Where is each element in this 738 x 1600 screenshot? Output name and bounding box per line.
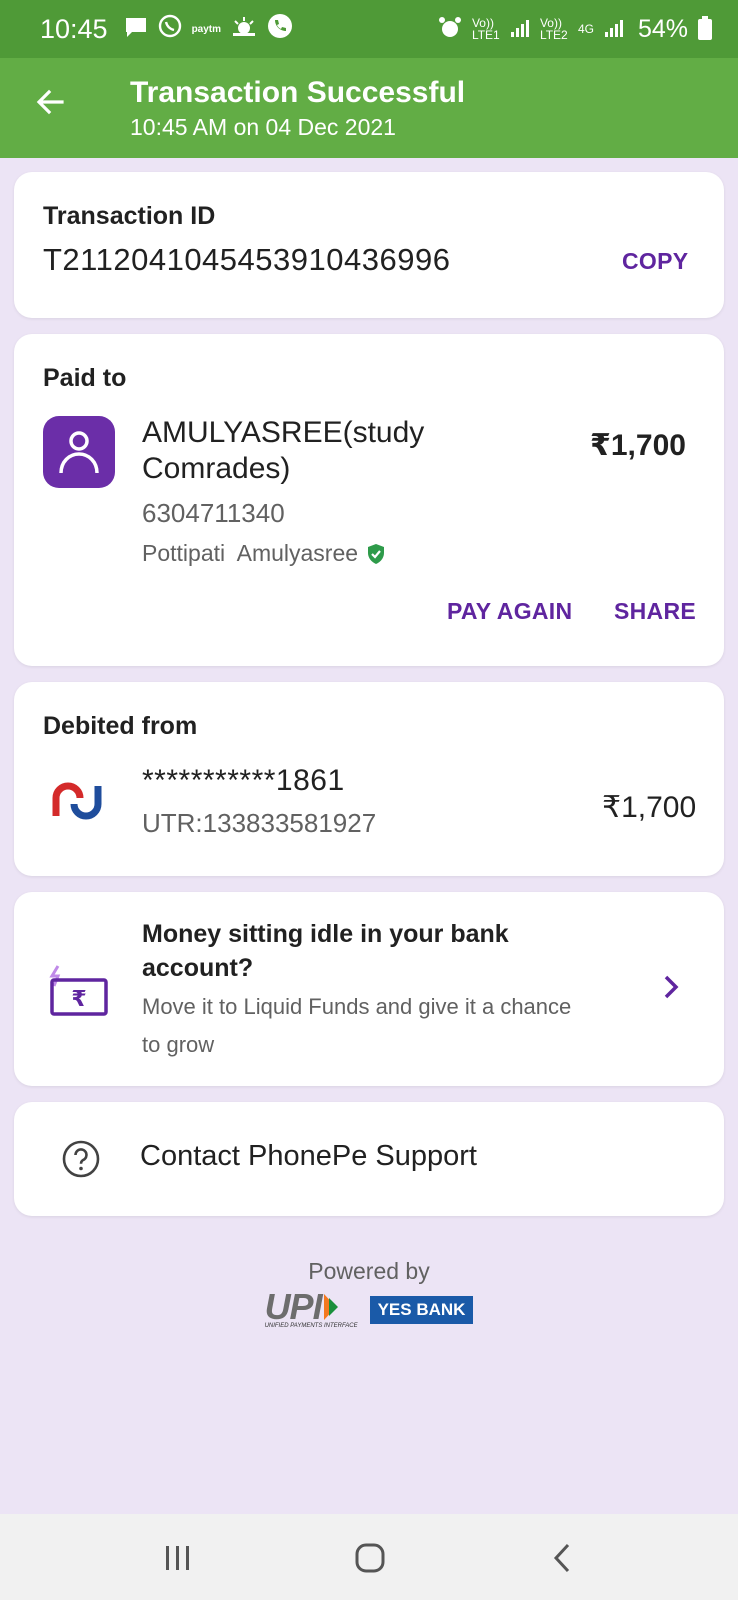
yes-bank-logo: YES BANK [369,1296,474,1324]
powered-by-footer: Powered by UPI UNIFIED PAYMENTS INTERFAC… [0,1258,738,1329]
battery-percent: 54% [637,14,688,43]
battery-icon [698,15,712,43]
help-icon [62,1140,100,1183]
powered-by-label: Powered by [308,1258,430,1284]
upi-subtitle: UNIFIED PAYMENTS INTERFACE [264,1323,358,1329]
paid-to-card: Paid to AMULYASREE(study Comrades) 63047… [14,334,724,666]
home-button[interactable] [348,1536,392,1580]
back-button[interactable] [28,80,72,124]
recent-apps-button[interactable] [156,1536,200,1580]
paytm-business-icon: paytm [191,23,222,35]
promo-icon: ₹ [48,964,110,1023]
yes-bank-text: YES BANK [377,1300,466,1319]
union-bank-icon [52,782,102,820]
account-number: ***********1861 [142,764,345,797]
contact-support-label: Contact PhonePe Support [140,1140,477,1172]
transaction-datetime: 10:45 AM on 04 Dec 2021 [130,114,396,140]
payee-name-line2: Comrades) [142,452,291,485]
liquid-funds-promo-card[interactable]: ₹ Money sitting idle in your bank accoun… [14,892,724,1086]
payee-verified-name: Pottipati Amulyasree [142,540,359,566]
home-icon [355,1543,385,1573]
page-title: Transaction Successful [130,76,466,109]
status-bar: 10:45 paytm Vo)) LTE1 Vo)) LTE2 4G 54% [0,0,738,58]
payee-verified-name-row: Pottipati Amulyasree [142,540,386,567]
transaction-id-value: T2112041045453910436996 [43,242,451,277]
paid-amount: ₹1,700 [590,429,686,462]
transaction-id-label: Transaction ID [43,202,216,230]
sim2-label: Vo)) LTE2 [539,16,568,42]
weather-icon [231,14,257,45]
recents-icon [166,1546,189,1570]
promo-desc-line1: Move it to Liquid Funds and give it a ch… [142,994,572,1019]
copy-button[interactable]: COPY [622,248,688,275]
partner-logos: UPI UNIFIED PAYMENTS INTERFACE YES BANK [0,1286,738,1330]
promo-title-line1: Money sitting idle in your bank [142,920,509,948]
rupee-wallet-icon: ₹ [49,965,108,1016]
debited-from-label: Debited from [43,712,198,740]
contact-support-card[interactable]: Contact PhonePe Support [14,1102,724,1216]
svg-text:₹: ₹ [71,987,86,1012]
system-back-button[interactable] [540,1536,584,1580]
app-bar: Transaction Successful 10:45 AM on 04 De… [0,58,738,158]
signal-icon [604,18,624,41]
transaction-id-card: Transaction ID T2112041045453910436996 C… [14,172,724,318]
share-button[interactable]: SHARE [614,598,696,625]
chevron-left-icon [553,1543,570,1573]
promo-title-line2: account? [142,954,254,982]
system-nav-bar [0,1514,738,1600]
signal-icon [510,18,530,41]
paid-to-label: Paid to [43,364,127,392]
upi-logo-text: UPI [264,1286,323,1327]
debited-from-card: Debited from ***********1861 UTR:1338335… [14,682,724,876]
status-time: 10:45 [40,13,108,44]
message-icon [124,14,148,45]
utr-number: UTR:133833581927 [142,808,377,838]
promo-desc-line2: to grow [142,1032,215,1057]
debited-amount: ₹1,700 [602,791,697,824]
payee-phone: 6304711340 [142,498,285,528]
avatar [43,416,115,488]
verified-shield-icon [368,543,385,564]
pay-again-button[interactable]: PAY AGAIN [447,598,572,625]
payee-name-line1: AMULYASREE(study [142,416,425,449]
alarm-icon [438,16,462,43]
phone-call-icon [267,13,293,46]
sim1-label: Vo)) LTE1 [471,16,500,42]
arrow-left-icon [36,89,64,115]
bank-logo [50,778,104,829]
upi-logo: UPI UNIFIED PAYMENTS INTERFACE [264,1286,358,1330]
upi-arrow-icon [323,1294,338,1320]
network-type: 4G [577,22,594,36]
whatsapp-icon [158,14,182,45]
chevron-right-icon [662,974,680,1005]
user-icon [59,431,99,474]
